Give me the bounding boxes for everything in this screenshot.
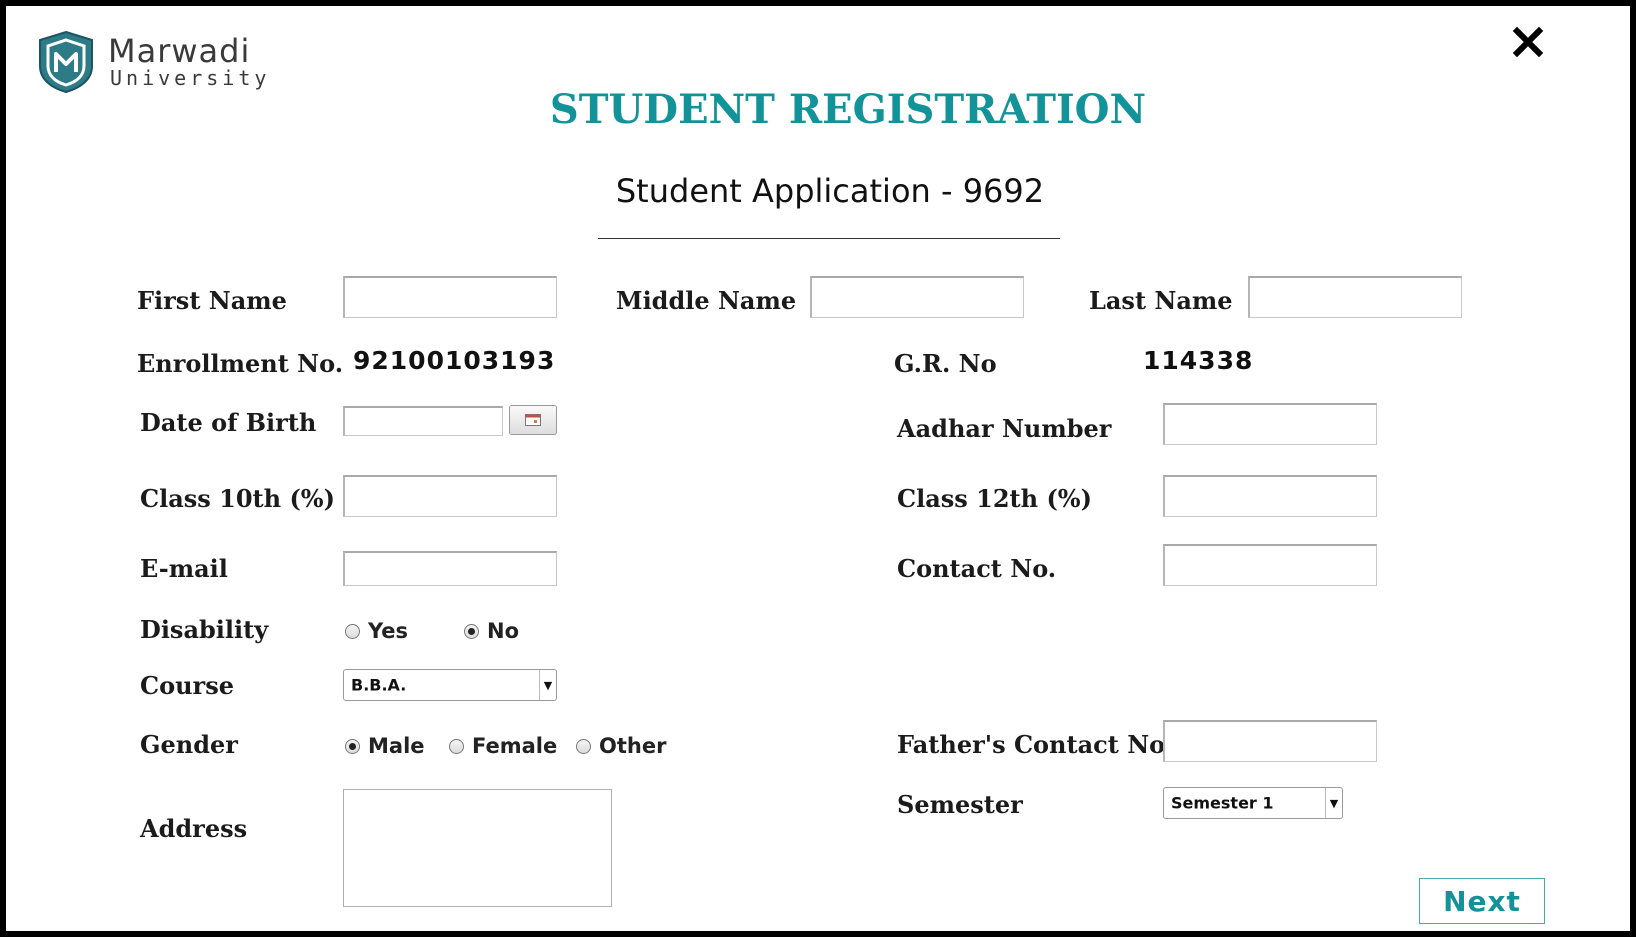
contact-label: Contact No. [897,554,1057,583]
calendar-icon[interactable] [509,405,557,435]
email-label: E-mail [140,554,228,583]
aadhar-label: Aadhar Number [897,414,1112,443]
page-title: STUDENT REGISTRATION [549,86,1147,133]
address-textarea[interactable] [343,789,612,907]
course-label: Course [140,671,234,700]
father-contact-input[interactable] [1163,720,1377,762]
enrollment-label: Enrollment No. [137,349,344,378]
gender-label: Gender [140,730,238,759]
address-label: Address [140,814,248,843]
class10-input[interactable] [343,475,557,517]
first-name-label: First Name [137,286,287,315]
contact-input[interactable] [1163,544,1377,586]
gr-no-label: G.R. No [894,349,997,378]
subtitle-divider [598,238,1060,239]
shield-logo-icon [39,30,93,94]
class12-label: Class 12th (%) [897,484,1092,513]
middle-name-input[interactable] [810,276,1024,318]
gender-female-radio[interactable]: Female [449,734,557,758]
radio-label: Female [472,734,558,758]
last-name-label: Last Name [1089,286,1233,315]
disability-yes-radio[interactable]: Yes [345,619,408,643]
last-name-input[interactable] [1248,276,1462,318]
dob-input[interactable] [343,406,503,436]
gender-other-radio[interactable]: Other [576,734,666,758]
radio-label: Yes [368,619,409,643]
course-select[interactable]: B.B.A. ▼ [343,669,557,701]
first-name-input[interactable] [343,276,557,318]
close-icon[interactable] [1512,26,1544,58]
chevron-down-icon[interactable]: ▼ [1325,788,1342,818]
radio-label: No [487,619,520,643]
semester-label: Semester [897,790,1023,819]
brand-name-top: Marwadi [108,32,251,70]
email-field[interactable] [343,551,557,586]
application-subtitle: Student Application - 9692 [615,172,1045,210]
enrollment-value: 92100103193 [353,346,556,375]
radio-label: Male [368,734,425,758]
aadhar-input[interactable] [1163,403,1377,445]
semester-selected-value: Semester 1 [1171,793,1274,813]
radio-icon [449,738,464,754]
gr-no-value: 114338 [1143,346,1254,375]
course-selected-value: B.B.A. [351,675,407,695]
disability-label: Disability [140,615,269,644]
radio-checked-icon [464,623,479,639]
semester-select[interactable]: Semester 1 ▼ [1163,787,1343,819]
disability-no-radio[interactable]: No [464,619,519,643]
next-button[interactable]: Next [1419,878,1545,924]
chevron-down-icon[interactable]: ▼ [539,670,556,700]
radio-icon [345,623,360,639]
father-contact-label: Father's Contact No. [897,730,1174,759]
gender-male-radio[interactable]: Male [345,734,425,758]
class12-input[interactable] [1163,475,1377,517]
radio-checked-icon [345,738,360,754]
radio-label: Other [599,734,667,758]
dob-label: Date of Birth [140,408,317,437]
middle-name-label: Middle Name [616,286,797,315]
class10-label: Class 10th (%) [140,484,335,513]
registration-window: Marwadi University STUDENT REGISTRATION … [6,6,1630,931]
radio-icon [576,738,591,754]
